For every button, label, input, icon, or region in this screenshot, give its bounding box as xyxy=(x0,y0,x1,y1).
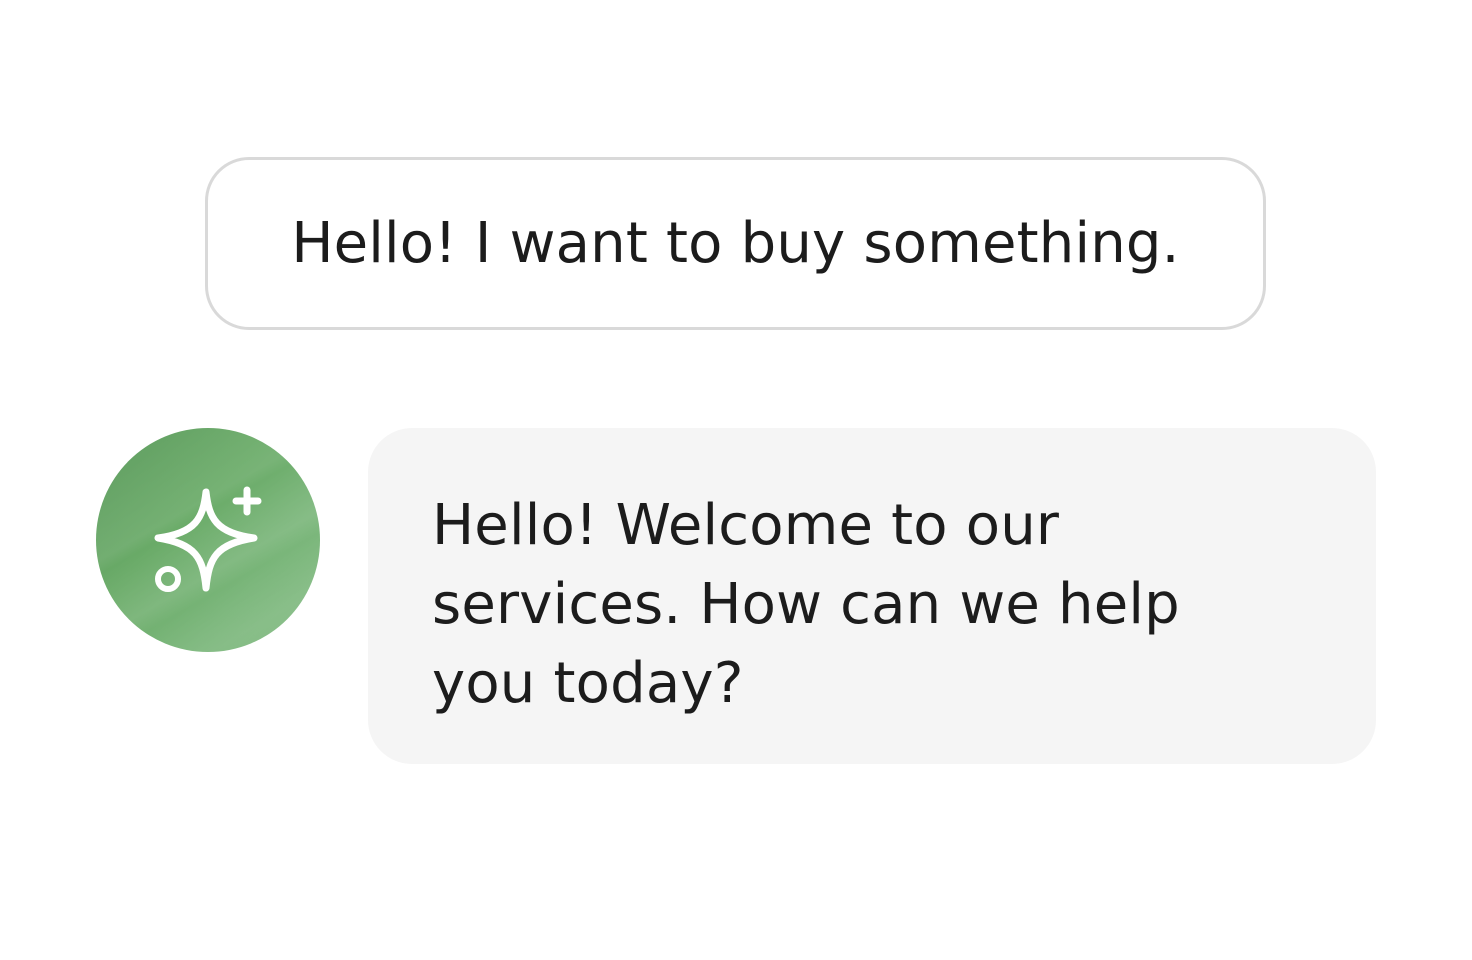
assistant-avatar xyxy=(96,428,320,652)
user-message-text: Hello! I want to buy something. xyxy=(291,210,1180,276)
assistant-message-bubble: Hello! Welcome to our services. How can … xyxy=(368,428,1376,764)
user-message-bubble: Hello! I want to buy something. xyxy=(205,157,1266,330)
assistant-message-text: Hello! Welcome to our services. How can … xyxy=(432,493,1180,716)
chat-conversation: Hello! I want to buy something. Hello! W… xyxy=(0,0,1472,960)
sparkles-icon xyxy=(154,486,262,592)
